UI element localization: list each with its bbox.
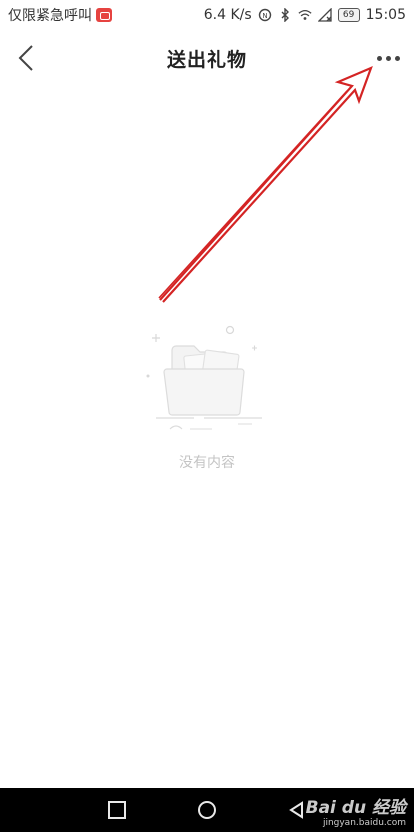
empty-folder-icon xyxy=(146,325,262,430)
empty-message: 没有内容 xyxy=(179,455,235,471)
battery-indicator: 69 xyxy=(337,8,360,22)
status-bar: 仅限紧急呼叫 6.4 K/s N 69 15:05 xyxy=(0,0,414,30)
carrier-text: 仅限紧急呼叫 xyxy=(8,8,92,24)
nav-bar: 送出礼物 xyxy=(0,30,414,86)
more-dot-icon xyxy=(376,55,382,61)
network-speed: 6.4 K/s xyxy=(203,7,252,23)
system-nav-bar: Bai du 经验 jingyan.baidu.com xyxy=(0,788,414,832)
more-dot-icon xyxy=(385,55,391,61)
more-dot-icon xyxy=(394,55,400,61)
home-button[interactable] xyxy=(198,801,216,819)
watermark-url: jingyan.baidu.com xyxy=(322,818,406,828)
chevron-left-icon xyxy=(18,45,33,71)
more-options-button[interactable] xyxy=(372,44,404,72)
watermark: Bai du 经验 jingyan.baidu.com xyxy=(306,793,406,828)
emergency-call-icon xyxy=(96,8,112,22)
status-right: 6.4 K/s N 69 15:05 xyxy=(204,7,406,23)
page-title: 送出礼物 xyxy=(166,48,247,71)
bluetooth-icon xyxy=(281,8,289,22)
wifi-icon xyxy=(298,9,312,20)
nfc-icon: N xyxy=(258,8,271,22)
signal-off-icon xyxy=(317,8,332,22)
recent-apps-button[interactable] xyxy=(108,801,126,819)
empty-state: 没有内容 xyxy=(0,320,414,472)
status-left: 仅限紧急呼叫 xyxy=(8,5,112,25)
watermark-brand: Bai du 经验 xyxy=(305,798,406,818)
back-button[interactable] xyxy=(8,40,44,76)
nav-back-button[interactable] xyxy=(288,801,306,819)
svg-text:N: N xyxy=(262,12,267,20)
status-time: 15:05 xyxy=(365,7,406,23)
